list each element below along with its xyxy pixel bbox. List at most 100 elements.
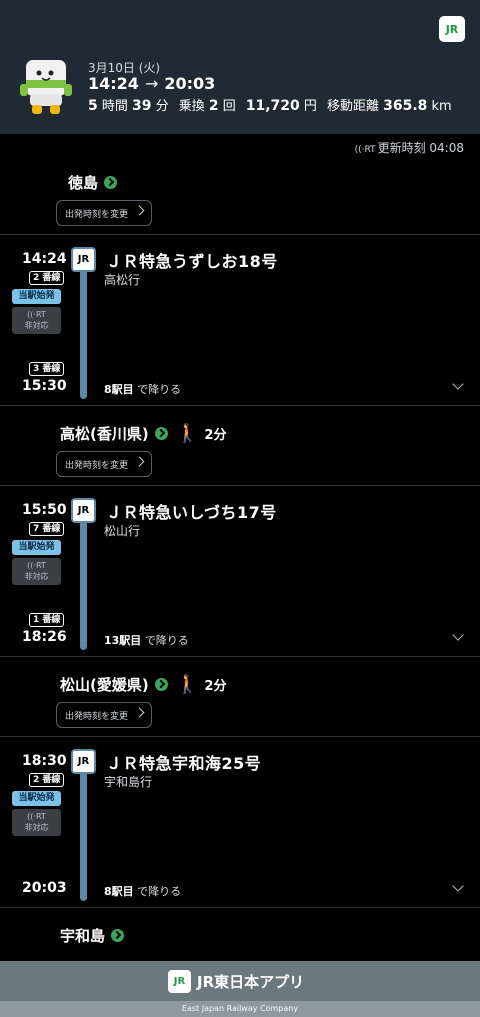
- line-route-bar: [80, 263, 87, 399]
- station-takamatsu[interactable]: 高松(香川県): [60, 423, 168, 444]
- stops-suffix: で降りる: [137, 885, 182, 898]
- departure-track: 2 番線: [29, 271, 65, 285]
- walking-person-icon: 🚶: [176, 423, 199, 444]
- chevron-right-circle-icon: [154, 678, 168, 691]
- transfer-count: 2: [208, 98, 219, 114]
- rt-badge-label: 非対応: [24, 321, 49, 330]
- expand-chevron-down-icon[interactable]: [452, 378, 464, 390]
- stops-suffix: で降りる: [137, 383, 182, 396]
- realtime-update-time: ((·RT 更新時刻 04:08: [355, 139, 464, 156]
- change-departure-button[interactable]: 出発時刻を変更: [56, 200, 152, 226]
- train-destination: 宇和島行: [104, 775, 153, 789]
- walking-person-icon: 🚶: [176, 674, 199, 695]
- stops-count: 8駅目: [104, 383, 134, 396]
- arrival-time: 20:03: [164, 74, 216, 93]
- station-matsuyama[interactable]: 松山(愛媛県): [60, 674, 168, 695]
- arrow-right-icon: →: [144, 74, 159, 93]
- duration-minutes: 39: [132, 98, 152, 114]
- realtime-label: 更新時刻: [377, 141, 426, 155]
- stops-count: 8駅目: [104, 885, 134, 898]
- line-logo-text: JR: [77, 505, 90, 516]
- jr-logo-icon: JR: [168, 970, 191, 993]
- realtime-unsupported-badge: ((·RT 非対応: [12, 809, 61, 836]
- divider: [0, 405, 480, 406]
- rt-badge-icon: ((·RT: [27, 561, 46, 570]
- origin-station-badge: 当駅始発: [12, 289, 61, 304]
- duration-minutes-unit: 分: [155, 99, 169, 114]
- station-name: 宇和島: [60, 927, 106, 945]
- rt-badge-icon: ((·RT: [27, 812, 46, 821]
- route-times: 14:24 → 20:03: [88, 74, 215, 93]
- realtime-time: 04:08: [429, 141, 464, 155]
- realtime-unsupported-badge: ((·RT 非対応: [12, 558, 61, 585]
- departure-track: 2 番線: [29, 773, 65, 787]
- footer-logo-text: JR: [173, 976, 186, 987]
- line-logo-text: JR: [77, 756, 90, 767]
- transfer-label: 乗換: [178, 99, 205, 114]
- train-name: ＪＲ特急宇和海25号: [106, 754, 262, 773]
- stops-suffix: で降りる: [144, 634, 189, 647]
- station-uwajima[interactable]: 宇和島: [60, 925, 125, 946]
- chevron-right-circle-icon: [104, 176, 118, 189]
- fare-amount: 11,720: [245, 98, 300, 114]
- realtime-icon: ((·RT: [354, 145, 376, 155]
- leg-arrival-time: 20:03: [22, 880, 67, 896]
- change-departure-label: 出発時刻を変更: [65, 711, 129, 722]
- rt-badge-label: 非対応: [24, 823, 49, 832]
- arrival-track: 1 番線: [29, 613, 65, 627]
- train-destination: 高松行: [104, 273, 141, 287]
- departure-time: 14:24: [88, 74, 139, 93]
- arrival-track: 3 番線: [29, 362, 65, 376]
- distance-label: 移動距離: [326, 99, 379, 114]
- stops-info: 8駅目 で降りる: [104, 883, 181, 899]
- train-name: ＪＲ特急いしづち17号: [106, 503, 277, 522]
- train-name: ＪＲ特急うずしお18号: [106, 252, 278, 271]
- line-logo-text: JR: [77, 254, 90, 265]
- transfer-unit: 回: [222, 99, 236, 114]
- change-departure-button[interactable]: 出発時刻を変更: [56, 451, 152, 477]
- line-route-bar: [80, 514, 87, 650]
- expand-chevron-down-icon[interactable]: [452, 880, 464, 892]
- leg-arrival-time: 18:26: [22, 629, 67, 645]
- leg-departure-time: 18:30: [22, 753, 67, 769]
- change-departure-label: 出発時刻を変更: [65, 209, 129, 220]
- chevron-right-icon: [134, 456, 145, 467]
- walk-duration: 2分: [204, 679, 227, 694]
- train-leg-2[interactable]: 15:50 7 番線 当駅始発 ((·RT 非対応 JR ＪＲ特急いしづち17号 …: [0, 486, 480, 656]
- walk-transfer: 🚶 2分: [176, 674, 226, 695]
- route-summary-header: 3月10日 (火) 14:24 → 20:03 5 時間 39 分乗換 2 回 11,…: [0, 0, 480, 134]
- train-leg-3[interactable]: 18:30 2 番線 当駅始発 ((·RT 非対応 JR ＪＲ特急宇和海25号 宇…: [0, 737, 480, 907]
- station-name: 徳島: [68, 174, 99, 192]
- station-tokushima[interactable]: 徳島: [68, 172, 118, 193]
- departure-track: 7 番線: [29, 522, 65, 536]
- station-name: 高松(香川県): [60, 425, 149, 443]
- leg-departure-time: 15:50: [22, 502, 67, 518]
- origin-station-badge: 当駅始発: [12, 791, 61, 806]
- stops-info: 13駅目 で降りる: [104, 632, 189, 648]
- rt-badge-icon: ((·RT: [27, 310, 46, 319]
- change-departure-button[interactable]: 出発時刻を変更: [56, 702, 152, 728]
- chevron-right-icon: [134, 205, 145, 216]
- origin-station-badge: 当駅始発: [12, 540, 61, 555]
- footer-company-name: East Japan Railway Company: [0, 1001, 480, 1017]
- change-departure-label: 出発時刻を変更: [65, 460, 129, 471]
- chevron-right-circle-icon: [111, 929, 125, 942]
- distance-value: 365.8: [383, 98, 428, 114]
- stops-info: 8駅目 で降りる: [104, 381, 181, 397]
- chevron-right-icon: [134, 707, 145, 718]
- jr-line-logo-icon: JR: [71, 749, 96, 774]
- walk-transfer: 🚶 2分: [176, 423, 226, 444]
- fare-unit: 円: [303, 99, 317, 114]
- expand-chevron-down-icon[interactable]: [452, 629, 464, 641]
- divider: [0, 656, 480, 657]
- leg-arrival-time: 15:30: [22, 378, 67, 394]
- leg-departure-time: 14:24: [22, 251, 67, 267]
- train-leg-1[interactable]: 14:24 2 番線 当駅始発 ((·RT 非対応 JR ＪＲ特急うずしお18号 …: [0, 235, 480, 405]
- line-route-bar: [80, 765, 87, 901]
- jr-line-logo-icon: JR: [71, 247, 96, 272]
- walk-duration: 2分: [204, 428, 227, 443]
- route-summary-stats: 5 時間 39 分乗換 2 回 11,720 円移動距離 365.8 km: [88, 95, 452, 114]
- train-destination: 松山行: [104, 524, 141, 538]
- rt-badge-label: 非対応: [24, 572, 49, 581]
- app-footer: JR JR東日本アプリ East Japan Railway Company: [0, 961, 480, 1017]
